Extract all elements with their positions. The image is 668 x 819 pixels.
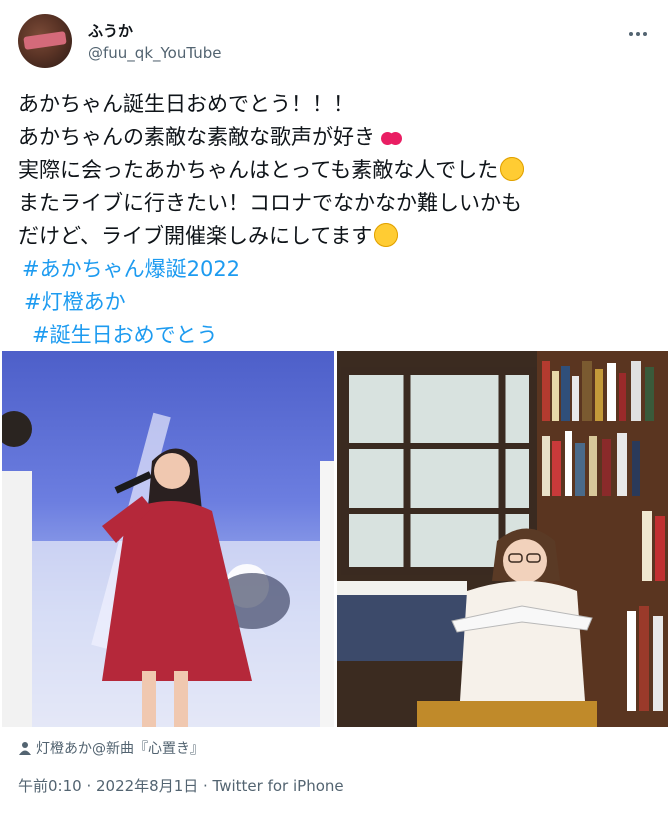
- tweet-line-text: だけど、ライブ開催楽しみにしてます: [18, 224, 373, 248]
- tweet-media: [0, 351, 668, 727]
- tweet-line: またライブに行きたい！コロナでなかなか難しいかも: [18, 187, 658, 220]
- tweet-text: あかちゃん誕生日おめでとう！！！ あかちゃんの素敵な素敵な歌声が好き 実際に会っ…: [18, 88, 658, 352]
- rolling-eyes-emoji-icon: [374, 223, 399, 247]
- tweet-line-text: あかちゃんの素敵な素敵な歌声が好き: [18, 125, 375, 149]
- author-name[interactable]: ふうか: [88, 20, 133, 41]
- media-tag[interactable]: 灯橙あか@新曲『心置き』: [18, 738, 204, 758]
- hashtag-link[interactable]: #誕生日おめでとう: [18, 319, 658, 352]
- hashtag-link[interactable]: #あかちゃん爆誕2022: [18, 253, 658, 286]
- tweet-line: あかちゃんの素敵な素敵な歌声が好き: [18, 121, 658, 154]
- smiling-face-emoji-icon: [500, 157, 525, 181]
- photo-reading-book[interactable]: [337, 351, 668, 727]
- author-handle[interactable]: @fuu_qk_YouTube: [88, 44, 222, 62]
- avatar-decoration: [23, 31, 67, 50]
- photo-stage-performance[interactable]: [2, 351, 334, 727]
- tweet-line-text: またライブに行きたい！コロナでなかなか難しいかも: [18, 191, 522, 215]
- more-horizontal-icon: [629, 32, 647, 36]
- media-tag-label: 灯橙あか@新曲『心置き』: [36, 741, 204, 757]
- tweet-line-text: あかちゃん誕生日おめでとう！！！: [18, 92, 354, 116]
- tweet-line: あかちゃん誕生日おめでとう！！！: [18, 88, 658, 121]
- tweet-line: だけど、ライブ開催楽しみにしてます: [18, 220, 658, 253]
- avatar[interactable]: [18, 14, 72, 68]
- tweet-line: 実際に会ったあかちゃんはとっても素敵な人でした: [18, 154, 658, 187]
- two-hearts-emoji-icon: [377, 124, 403, 148]
- more-options-icon[interactable]: [628, 18, 648, 42]
- tweet-line-text: 実際に会ったあかちゃんはとっても素敵な人でした: [18, 158, 499, 182]
- person-icon: [19, 742, 31, 755]
- tweet: ふうか @fuu_qk_YouTube あかちゃん誕生日おめでとう！！！ あかち…: [0, 0, 668, 819]
- stage-photo-illustration: [2, 411, 334, 727]
- tweet-timestamp[interactable]: 午前0:10 · 2022年8月1日 · Twitter for iPhone: [18, 775, 344, 796]
- reading-photo-illustration: [337, 351, 668, 727]
- hashtag-link[interactable]: #灯橙あか: [18, 286, 658, 319]
